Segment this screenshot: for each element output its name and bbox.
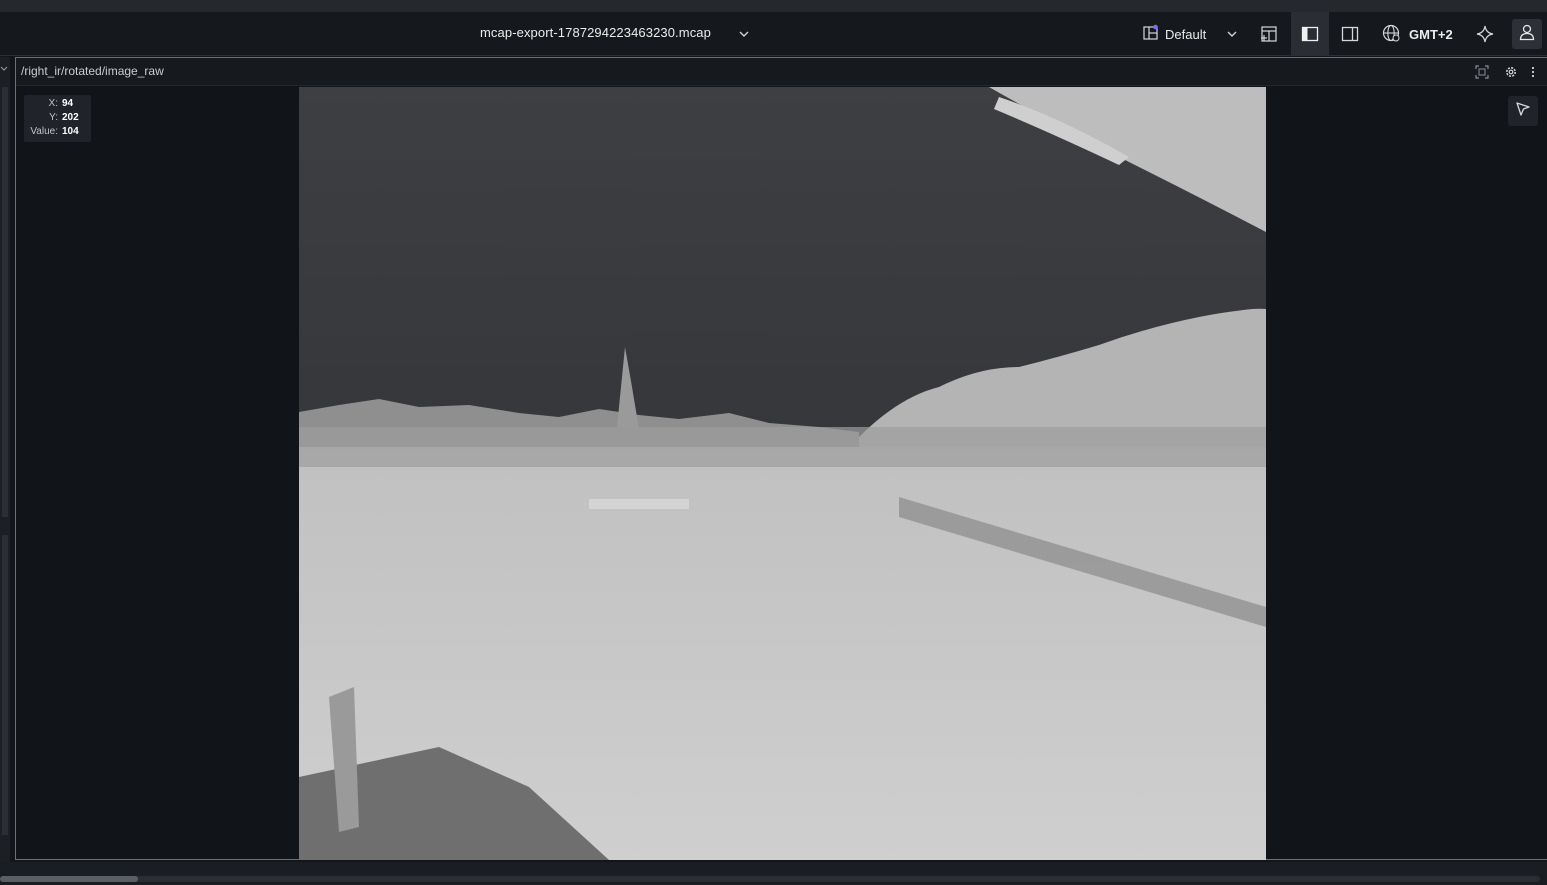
app-titlebar: mcap-export-1787294223463230.mcap Defaul…: [0, 12, 1547, 56]
left-sidebar-icon: [1297, 21, 1323, 47]
panel-topic-title[interactable]: /right_ir/rotated/image_raw: [21, 64, 164, 78]
horizontal-scrollbar[interactable]: [0, 876, 1540, 882]
select-tool-button[interactable]: [1508, 96, 1538, 126]
playback-bar: [0, 862, 1547, 885]
readout-y-value: 202: [62, 112, 79, 123]
sidebar-list-region: [2, 535, 8, 835]
sidebar-list-region: [2, 87, 8, 517]
ir-scene-illustration: [299, 87, 1266, 860]
readout-x-label: X:: [48, 98, 58, 109]
left-sidebar-toggle[interactable]: [1291, 12, 1329, 56]
timezone-label: GMT+2: [1409, 26, 1453, 42]
pixel-value-readout: X: 94 Y: 202 Value: 104: [24, 95, 91, 142]
readout-x-value: 94: [62, 98, 74, 109]
sparkle-icon[interactable]: [1472, 21, 1498, 47]
layout-label: Default: [1165, 26, 1207, 42]
chevron-down-icon[interactable]: [1225, 27, 1239, 41]
fullscreen-icon[interactable]: [1474, 64, 1490, 80]
scrollbar-thumb[interactable]: [0, 876, 138, 882]
layout-icon: [1142, 24, 1159, 44]
chevron-icon[interactable]: [0, 65, 8, 73]
cursor-arrow-icon: [1515, 101, 1531, 122]
add-panel-icon[interactable]: [1256, 21, 1282, 47]
readout-value-value: 104: [62, 126, 79, 137]
readout-value-label: Value:: [30, 126, 58, 137]
more-vertical-icon[interactable]: [1525, 64, 1541, 80]
gear-icon[interactable]: [1503, 64, 1519, 80]
user-icon: [1518, 23, 1536, 46]
right-sidebar-icon[interactable]: [1337, 21, 1363, 47]
timezone-button[interactable]: GMT+2: [1381, 22, 1453, 46]
readout-value-row: Value: 104: [24, 125, 91, 139]
globe-icon: [1381, 23, 1401, 46]
window-top-strip: [0, 0, 1547, 12]
readout-y-label: Y:: [49, 112, 58, 123]
layout-button[interactable]: Default: [1142, 22, 1206, 46]
readout-y-row: Y: 202: [24, 111, 91, 125]
ir-camera-image[interactable]: [299, 87, 1266, 860]
chevron-down-icon[interactable]: [737, 27, 751, 41]
image-panel[interactable]: /right_ir/rotated/image_raw X: 94 Y: 202…: [15, 57, 1547, 860]
readout-x-row: X: 94: [24, 97, 91, 111]
file-name[interactable]: mcap-export-1787294223463230.mcap: [480, 25, 711, 40]
panel-header: /right_ir/rotated/image_raw: [16, 58, 1547, 86]
left-sidebar-collapsed[interactable]: [0, 57, 10, 862]
user-menu-button[interactable]: [1512, 19, 1542, 49]
